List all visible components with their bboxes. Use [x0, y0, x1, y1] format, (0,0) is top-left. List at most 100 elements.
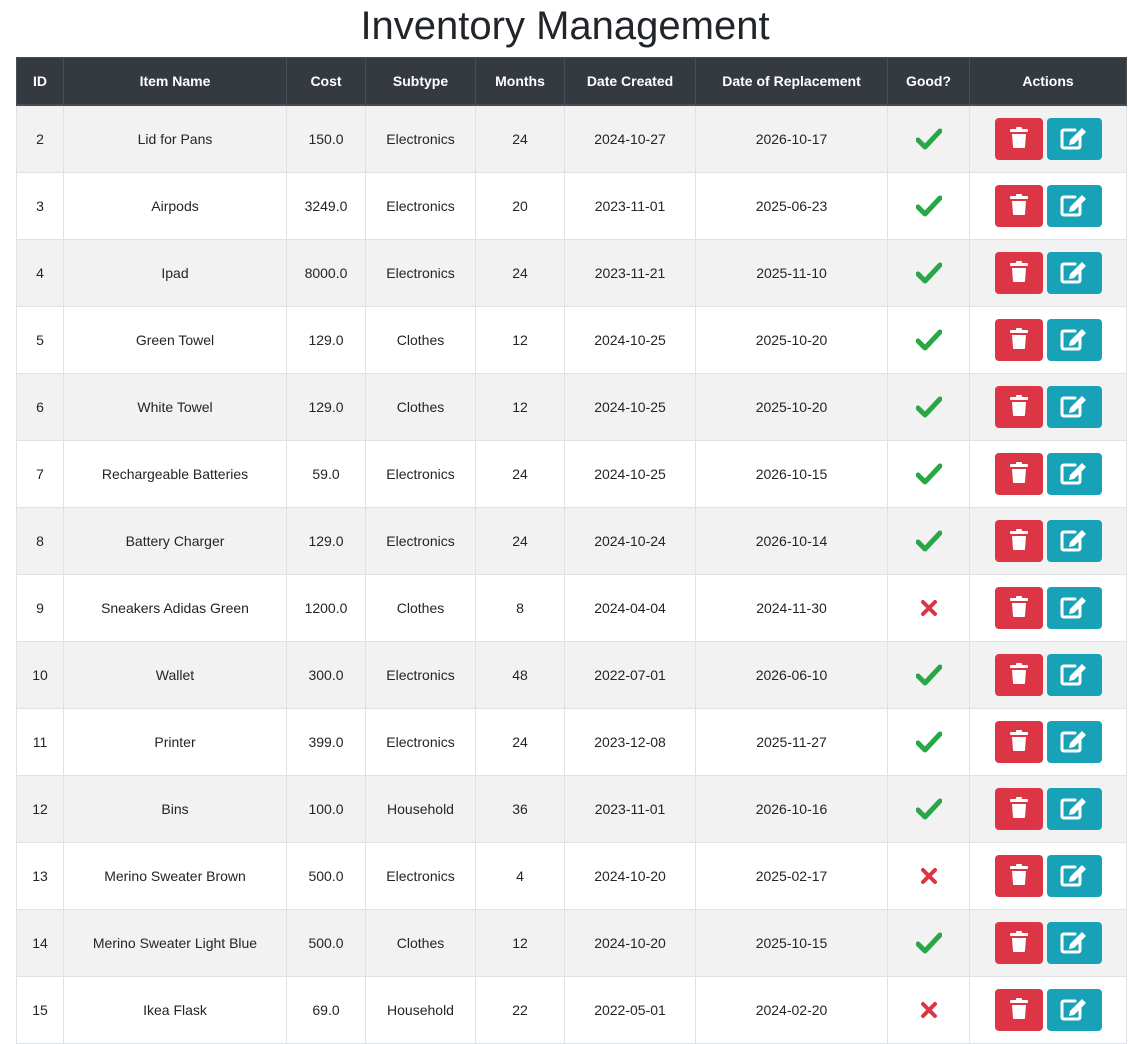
- cell-actions: [969, 373, 1127, 441]
- table-row: 14 Merino Sweater Light Blue 500.0 Clothes 1…: [16, 909, 1127, 977]
- cell-id: 3: [16, 172, 64, 240]
- edit-button[interactable]: [1046, 654, 1102, 696]
- cell-months: 20: [475, 172, 565, 240]
- edit-button[interactable]: [1046, 319, 1102, 361]
- cell-date-created: 2024-10-24: [564, 507, 696, 575]
- edit-icon: [1060, 997, 1088, 1024]
- header-months: Months: [475, 57, 565, 106]
- cell-cost: 129.0: [286, 507, 366, 575]
- cell-id: 4: [16, 239, 64, 307]
- cell-date-of-replacement: 2025-10-15: [695, 909, 888, 977]
- cross-icon: [892, 867, 965, 885]
- edit-button[interactable]: [1046, 185, 1102, 227]
- delete-button[interactable]: [994, 386, 1043, 428]
- cell-actions: [969, 306, 1127, 374]
- cell-item-name: Wallet: [63, 641, 287, 709]
- check-icon: [892, 798, 965, 820]
- cell-date-created: 2023-11-01: [564, 172, 696, 240]
- cross-icon: [892, 599, 965, 617]
- cell-date-created: 2024-04-04: [564, 574, 696, 642]
- actions-group: [974, 118, 1122, 160]
- cell-item-name: Battery Charger: [63, 507, 287, 575]
- cell-id: 12: [16, 775, 64, 843]
- cell-date-created: 2024-10-25: [564, 440, 696, 508]
- edit-button[interactable]: [1046, 118, 1102, 160]
- delete-button[interactable]: [994, 252, 1043, 294]
- edit-button[interactable]: [1046, 252, 1102, 294]
- cell-date-created: 2024-10-25: [564, 373, 696, 441]
- delete-button[interactable]: [994, 788, 1043, 830]
- table-row: 2 Lid for Pans 150.0 Electronics 24 2024-10-2…: [16, 104, 1127, 173]
- trash-icon: [1009, 729, 1029, 755]
- trash-icon: [1009, 193, 1029, 219]
- actions-group: [974, 185, 1122, 227]
- check-icon: [892, 262, 965, 284]
- cell-good: [887, 574, 970, 642]
- cell-date-created: 2024-10-27: [564, 104, 696, 173]
- cell-months: 12: [475, 306, 565, 374]
- cell-id: 14: [16, 909, 64, 977]
- delete-button[interactable]: [994, 319, 1043, 361]
- cell-date-of-replacement: 2025-11-10: [695, 239, 888, 307]
- trash-icon: [1009, 126, 1029, 152]
- cell-id: 15: [16, 976, 64, 1044]
- edit-button[interactable]: [1046, 922, 1102, 964]
- delete-button[interactable]: [994, 118, 1043, 160]
- check-icon: [892, 932, 965, 954]
- table-row: 9 Sneakers Adidas Green 1200.0 Clothes 8 2024…: [16, 574, 1127, 642]
- check-icon: [892, 329, 965, 351]
- cell-actions: [969, 239, 1127, 307]
- delete-button[interactable]: [994, 721, 1043, 763]
- actions-group: [974, 319, 1122, 361]
- edit-button[interactable]: [1046, 386, 1102, 428]
- cell-id: 2: [16, 104, 64, 173]
- delete-button[interactable]: [994, 520, 1043, 562]
- cell-subtype: Clothes: [365, 574, 476, 642]
- edit-button[interactable]: [1046, 855, 1102, 897]
- header-good: Good?: [887, 57, 970, 106]
- delete-button[interactable]: [994, 922, 1043, 964]
- cell-actions: [969, 574, 1127, 642]
- cell-actions: [969, 172, 1127, 240]
- header-actions: Actions: [969, 57, 1127, 106]
- actions-group: [974, 654, 1122, 696]
- actions-group: [974, 587, 1122, 629]
- cell-item-name: Ikea Flask: [63, 976, 287, 1044]
- edit-button[interactable]: [1046, 788, 1102, 830]
- cell-id: 8: [16, 507, 64, 575]
- inventory-table: ID Item Name Cost Subtype Months Date Cr…: [16, 57, 1127, 1044]
- cell-item-name: Printer: [63, 708, 287, 776]
- cell-date-of-replacement: 2026-10-14: [695, 507, 888, 575]
- delete-button[interactable]: [994, 587, 1043, 629]
- edit-button[interactable]: [1046, 587, 1102, 629]
- delete-button[interactable]: [994, 453, 1043, 495]
- cell-id: 13: [16, 842, 64, 910]
- cell-actions: [969, 775, 1127, 843]
- cell-item-name: Merino Sweater Light Blue: [63, 909, 287, 977]
- delete-button[interactable]: [994, 855, 1043, 897]
- edit-button[interactable]: [1046, 520, 1102, 562]
- cell-item-name: White Towel: [63, 373, 287, 441]
- cell-actions: [969, 104, 1127, 173]
- cell-date-of-replacement: 2025-10-20: [695, 373, 888, 441]
- edit-icon: [1060, 796, 1088, 823]
- edit-button[interactable]: [1046, 721, 1102, 763]
- cell-cost: 129.0: [286, 373, 366, 441]
- delete-button[interactable]: [994, 185, 1043, 227]
- trash-icon: [1009, 260, 1029, 286]
- actions-group: [974, 386, 1122, 428]
- cell-date-of-replacement: 2024-02-20: [695, 976, 888, 1044]
- cell-id: 7: [16, 440, 64, 508]
- actions-group: [974, 855, 1122, 897]
- cell-months: 22: [475, 976, 565, 1044]
- cell-actions: [969, 440, 1127, 508]
- cell-id: 6: [16, 373, 64, 441]
- delete-button[interactable]: [994, 654, 1043, 696]
- trash-icon: [1009, 595, 1029, 621]
- cell-date-of-replacement: 2025-10-20: [695, 306, 888, 374]
- edit-icon: [1060, 930, 1088, 957]
- edit-icon: [1060, 528, 1088, 555]
- cell-date-of-replacement: 2025-02-17: [695, 842, 888, 910]
- table-header-row: ID Item Name Cost Subtype Months Date Cr…: [16, 57, 1127, 106]
- edit-button[interactable]: [1046, 453, 1102, 495]
